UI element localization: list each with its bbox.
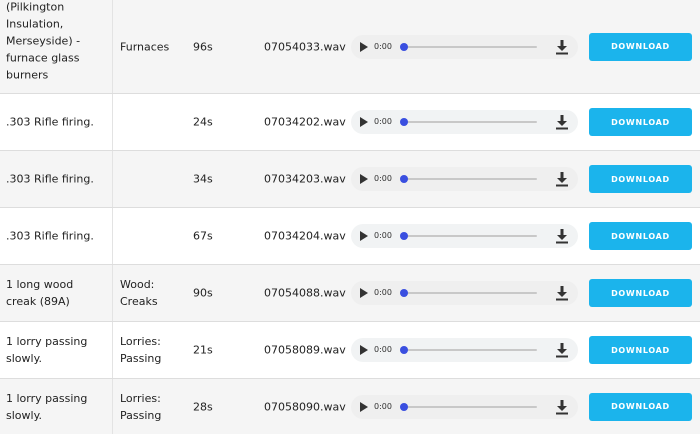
duration-cell: 34s bbox=[193, 172, 213, 186]
seek-knob[interactable] bbox=[400, 346, 408, 354]
audio-player: 0:00 bbox=[351, 34, 578, 59]
seek-track[interactable] bbox=[403, 349, 537, 351]
download-button[interactable]: DOWNLOAD bbox=[589, 165, 692, 193]
play-icon[interactable] bbox=[360, 174, 368, 184]
filename-cell: 07054033.wav bbox=[264, 40, 346, 53]
seek-knob[interactable] bbox=[400, 402, 408, 411]
filename-cell: 07058089.wav bbox=[264, 343, 346, 357]
current-time: 0:00 bbox=[374, 174, 392, 183]
filename-cell: 07034203.wav bbox=[264, 172, 346, 186]
table-row: .303 Rifle firing. 34s 07034203.wav 0:00… bbox=[0, 150, 700, 207]
column-divider bbox=[112, 265, 113, 321]
column-divider bbox=[112, 379, 113, 434]
download-icon[interactable] bbox=[555, 399, 569, 415]
play-icon[interactable] bbox=[360, 345, 368, 355]
download-button[interactable]: DOWNLOAD bbox=[589, 336, 692, 364]
duration-cell: 96s bbox=[193, 40, 213, 53]
category-cell: Lorries: Passing bbox=[120, 391, 162, 422]
description-cell: 1 long wood creak (89A) bbox=[6, 278, 74, 308]
seek-knob[interactable] bbox=[400, 118, 408, 126]
download-icon[interactable] bbox=[555, 114, 569, 130]
category-cell: Lorries: Passing bbox=[120, 335, 162, 365]
column-divider bbox=[112, 208, 113, 264]
play-icon[interactable] bbox=[360, 401, 368, 412]
duration-cell: 90s bbox=[193, 286, 213, 300]
current-time: 0:00 bbox=[374, 288, 392, 297]
seek-knob[interactable] bbox=[400, 289, 408, 297]
seek-knob[interactable] bbox=[400, 175, 408, 183]
category-cell: Furnaces bbox=[120, 40, 170, 53]
audio-player: 0:00 bbox=[351, 338, 578, 362]
table-row: .303 Rifle firing. 67s 07034204.wav 0:00… bbox=[0, 207, 700, 264]
download-icon[interactable] bbox=[555, 228, 569, 244]
column-divider bbox=[112, 151, 113, 207]
seek-track[interactable] bbox=[403, 235, 537, 237]
description-cell: .303 Rifle firing. bbox=[6, 172, 94, 186]
download-icon[interactable] bbox=[555, 39, 569, 55]
play-icon[interactable] bbox=[360, 231, 368, 241]
table-row: .303 Rifle firing. 24s 07034202.wav 0:00… bbox=[0, 93, 700, 150]
audio-player: 0:00 bbox=[351, 110, 578, 134]
audio-player: 0:00 bbox=[351, 167, 578, 191]
play-icon[interactable] bbox=[360, 288, 368, 298]
download-button[interactable]: DOWNLOAD bbox=[589, 222, 692, 250]
table-row: 1 lorry passing slowly. Lorries: Passing… bbox=[0, 321, 700, 378]
sound-effects-table: (Pilkington Insulation, Merseyside) - fu… bbox=[0, 0, 700, 434]
current-time: 0:00 bbox=[374, 231, 392, 240]
current-time: 0:00 bbox=[374, 117, 392, 126]
download-button[interactable]: DOWNLOAD bbox=[589, 32, 692, 61]
filename-cell: 07034204.wav bbox=[264, 229, 346, 243]
download-icon[interactable] bbox=[555, 342, 569, 358]
current-time: 0:00 bbox=[374, 41, 392, 51]
description-cell: (Pilkington Insulation, Merseyside) - fu… bbox=[6, 0, 81, 82]
description-cell: .303 Rifle firing. bbox=[6, 229, 94, 243]
current-time: 0:00 bbox=[374, 345, 392, 354]
audio-player: 0:00 bbox=[351, 281, 578, 305]
category-cell: Wood: Creaks bbox=[120, 278, 158, 308]
description-cell: 1 lorry passing slowly. bbox=[6, 391, 88, 422]
column-divider bbox=[112, 0, 113, 93]
seek-knob[interactable] bbox=[400, 42, 408, 51]
seek-knob[interactable] bbox=[400, 232, 408, 240]
seek-track[interactable] bbox=[403, 178, 537, 180]
seek-track[interactable] bbox=[403, 405, 537, 408]
duration-cell: 24s bbox=[193, 115, 213, 129]
seek-track[interactable] bbox=[403, 121, 537, 123]
duration-cell: 67s bbox=[193, 229, 213, 243]
table-row: (Pilkington Insulation, Merseyside) - fu… bbox=[0, 0, 700, 93]
table-row: 1 long wood creak (89A) Wood: Creaks 90s… bbox=[0, 264, 700, 321]
filename-cell: 07034202.wav bbox=[264, 115, 346, 129]
download-icon[interactable] bbox=[555, 171, 569, 187]
seek-track[interactable] bbox=[403, 292, 537, 294]
audio-player: 0:00 bbox=[351, 224, 578, 248]
duration-cell: 21s bbox=[193, 343, 213, 357]
filename-cell: 07054088.wav bbox=[264, 286, 346, 300]
download-button[interactable]: DOWNLOAD bbox=[589, 392, 692, 421]
duration-cell: 28s bbox=[193, 400, 213, 413]
play-icon[interactable] bbox=[360, 117, 368, 127]
audio-player: 0:00 bbox=[351, 394, 578, 419]
filename-cell: 07058090.wav bbox=[264, 400, 346, 413]
download-button[interactable]: DOWNLOAD bbox=[589, 279, 692, 307]
table-row: 1 lorry passing slowly. Lorries: Passing… bbox=[0, 378, 700, 434]
current-time: 0:00 bbox=[374, 401, 392, 411]
description-cell: .303 Rifle firing. bbox=[6, 115, 94, 129]
play-icon[interactable] bbox=[360, 41, 368, 52]
download-icon[interactable] bbox=[555, 285, 569, 301]
download-button[interactable]: DOWNLOAD bbox=[589, 108, 692, 136]
column-divider bbox=[112, 322, 113, 378]
description-cell: 1 lorry passing slowly. bbox=[6, 335, 88, 365]
column-divider bbox=[112, 94, 113, 150]
seek-track[interactable] bbox=[403, 45, 537, 48]
